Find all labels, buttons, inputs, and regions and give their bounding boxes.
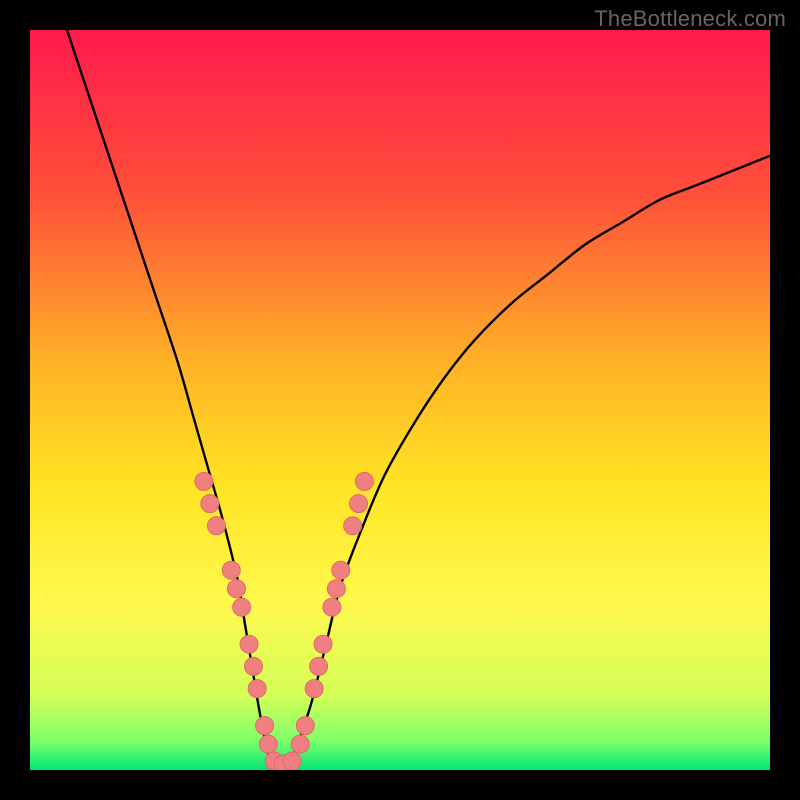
chart-svg — [30, 30, 770, 770]
data-marker — [323, 598, 341, 616]
data-marker — [207, 517, 225, 535]
data-marker — [296, 717, 314, 735]
data-marker — [314, 635, 332, 653]
data-marker — [332, 561, 350, 579]
data-marker — [240, 635, 258, 653]
data-marker — [222, 561, 240, 579]
chart-container: TheBottleneck.com — [0, 0, 800, 800]
data-marker — [256, 717, 274, 735]
data-marker — [291, 735, 309, 753]
data-marker — [233, 598, 251, 616]
gradient-background — [30, 30, 770, 770]
data-marker — [248, 680, 266, 698]
data-marker — [195, 472, 213, 490]
data-marker — [201, 495, 219, 513]
data-marker — [344, 517, 362, 535]
data-marker — [283, 752, 301, 770]
data-marker — [327, 580, 345, 598]
watermark-text: TheBottleneck.com — [594, 6, 786, 32]
plot-area — [30, 30, 770, 770]
data-marker — [259, 735, 277, 753]
data-marker — [244, 657, 262, 675]
data-marker — [355, 472, 373, 490]
data-marker — [350, 495, 368, 513]
data-marker — [227, 580, 245, 598]
data-marker — [310, 657, 328, 675]
data-marker — [305, 680, 323, 698]
